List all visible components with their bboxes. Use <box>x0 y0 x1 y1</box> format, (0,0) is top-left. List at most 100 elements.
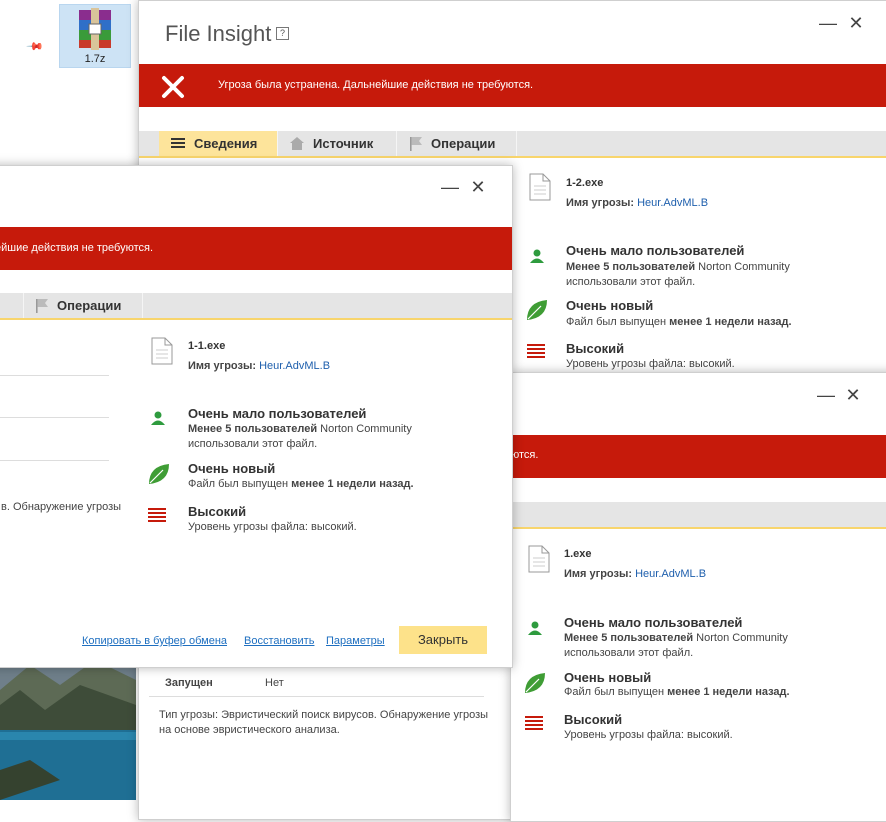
threat-name-label: Имя угрозы: <box>564 568 633 580</box>
tab-operations[interactable]: Операции <box>397 131 517 156</box>
close-button[interactable]: Закрыть <box>399 626 487 654</box>
threat-name-link[interactable]: Heur.AdvML.B <box>635 568 706 580</box>
risk-bars-icon <box>527 344 545 358</box>
tab-source-label: Источник <box>313 136 374 151</box>
new-title: Очень новый <box>564 670 652 685</box>
users-title: Очень мало пользователей <box>566 243 745 258</box>
status-banner: ейшие действия не требуются. <box>0 227 512 270</box>
minimize-icon[interactable]: — <box>816 385 836 405</box>
threat-name-row: Имя угрозы: Heur.AdvML.B <box>188 360 330 372</box>
leaf-icon <box>527 300 547 320</box>
file-icon <box>529 173 551 201</box>
divider <box>149 696 484 697</box>
risk-desc: Уровень угрозы файла: высокий. <box>564 729 733 741</box>
status-banner: Угроза была устранена. Дальнейшие действ… <box>139 64 886 107</box>
users-desc-rest: Norton Community <box>696 632 788 644</box>
users-desc-rest: Norton Community <box>320 423 412 435</box>
close-icon[interactable]: ✕ <box>468 177 488 197</box>
file-name: 1-2.exe <box>566 177 604 189</box>
file-name: 1.exe <box>564 548 592 560</box>
desktop-wallpaper <box>0 660 136 800</box>
file-insight-window-1: — ✕ ются. 1.exe Имя угрозы: Heur.AdvML.B… <box>510 372 886 822</box>
risk-title: Высокий <box>564 712 623 727</box>
threat-name-link[interactable]: Heur.AdvML.B <box>259 360 330 372</box>
left-text-fragment: в. Обнаружение угрозы <box>1 501 122 513</box>
archive-file-item[interactable]: 1.7z <box>59 4 131 68</box>
tab-bar: Сведения Источник Операции <box>139 131 886 158</box>
users-title: Очень мало пользователей <box>188 406 367 421</box>
error-x-icon <box>162 76 184 98</box>
new-desc-pre: Файл был выпущен <box>566 316 667 328</box>
restore-link[interactable]: Восстановить <box>244 635 314 647</box>
users-desc-bold: Менее 5 пользователей <box>564 632 694 644</box>
user-icon <box>530 249 544 263</box>
tab-operations-label: Операции <box>57 298 122 313</box>
threat-name-row: Имя угрозы: Heur.AdvML.B <box>566 197 708 209</box>
leaf-icon <box>525 673 545 693</box>
banner-message-fragment: ейшие действия не требуются. <box>0 242 154 254</box>
pin-icon[interactable]: 📌 <box>25 37 44 56</box>
archive-file-name: 1.7z <box>84 53 106 65</box>
risk-bars-icon <box>148 508 166 522</box>
close-icon[interactable]: ✕ <box>846 13 866 33</box>
risk-desc: Уровень угрозы файла: высокий. <box>566 358 735 370</box>
threat-name-row: Имя угрозы: Heur.AdvML.B <box>564 568 706 580</box>
tab-operations[interactable]: Операции <box>23 293 143 318</box>
divider <box>0 417 109 418</box>
users-desc-bold: Менее 5 пользователей <box>566 261 696 273</box>
users-desc: Менее 5 пользователей Norton Community <box>564 632 788 644</box>
users-desc-bold: Менее 5 пользователей <box>188 423 318 435</box>
threat-type-line1: Тип угрозы: Эвристический поиск вирусов.… <box>159 709 489 721</box>
threat-type-line2: на основе эвристического анализа. <box>159 724 340 736</box>
new-title: Очень новый <box>188 461 276 476</box>
divider <box>0 375 109 376</box>
tab-details[interactable]: Сведения <box>159 131 278 156</box>
tab-source[interactable]: Источник <box>278 131 397 156</box>
new-desc: Файл был выпущен менее 1 недели назад. <box>566 316 792 328</box>
launched-value: Нет <box>265 677 284 689</box>
threat-name-link[interactable]: Heur.AdvML.B <box>637 197 708 209</box>
parameters-link[interactable]: Параметры <box>326 635 385 647</box>
status-banner: ются. <box>511 435 886 478</box>
new-desc-pre: Файл был выпущен <box>564 686 665 698</box>
threat-name-label: Имя угрозы: <box>566 197 635 209</box>
file-name: 1-1.exe <box>188 340 226 352</box>
users-desc-rest: Norton Community <box>698 261 790 273</box>
user-icon <box>528 621 542 635</box>
close-icon[interactable]: ✕ <box>843 385 863 405</box>
tab-operations-label: Операции <box>431 136 496 151</box>
users-desc-line2: использовали этот файл. <box>566 276 696 288</box>
tab-bar: Операции <box>0 293 512 320</box>
file-insight-window-1-1: — ✕ ейшие действия не требуются. Операци… <box>0 165 513 668</box>
user-icon <box>151 411 165 425</box>
flag-icon <box>36 299 48 313</box>
divider <box>0 460 109 461</box>
list-icon <box>171 138 185 148</box>
file-icon <box>528 545 550 573</box>
file-icon <box>151 337 173 365</box>
minimize-icon[interactable]: — <box>818 13 838 33</box>
banner-message-fragment: ются. <box>511 449 539 461</box>
new-desc: Файл был выпущен менее 1 недели назад. <box>564 686 790 698</box>
new-title: Очень новый <box>566 298 654 313</box>
new-desc-pre: Файл был выпущен <box>188 478 289 490</box>
minimize-icon[interactable]: — <box>440 177 460 197</box>
launched-label: Запущен <box>165 677 213 689</box>
users-desc-line2: использовали этот файл. <box>564 647 694 659</box>
users-desc: Менее 5 пользователей Norton Community <box>188 423 412 435</box>
help-icon[interactable]: ? <box>276 27 289 40</box>
tab-bar <box>511 502 886 529</box>
risk-title: Высокий <box>188 504 247 519</box>
threat-name-label: Имя угрозы: <box>188 360 257 372</box>
tab-details-label: Сведения <box>194 136 258 151</box>
flag-icon <box>410 137 422 151</box>
users-desc: Менее 5 пользователей Norton Community <box>566 261 790 273</box>
users-title: Очень мало пользователей <box>564 615 743 630</box>
new-desc-bold: менее 1 недели назад. <box>667 686 790 698</box>
banner-message: Угроза была устранена. Дальнейшие действ… <box>218 79 534 91</box>
new-desc-bold: менее 1 недели назад. <box>669 316 792 328</box>
copy-to-clipboard-link[interactable]: Копировать в буфер обмена <box>82 635 227 647</box>
leaf-icon <box>149 464 169 484</box>
new-desc-bold: менее 1 недели назад. <box>291 478 414 490</box>
home-icon <box>290 137 304 150</box>
